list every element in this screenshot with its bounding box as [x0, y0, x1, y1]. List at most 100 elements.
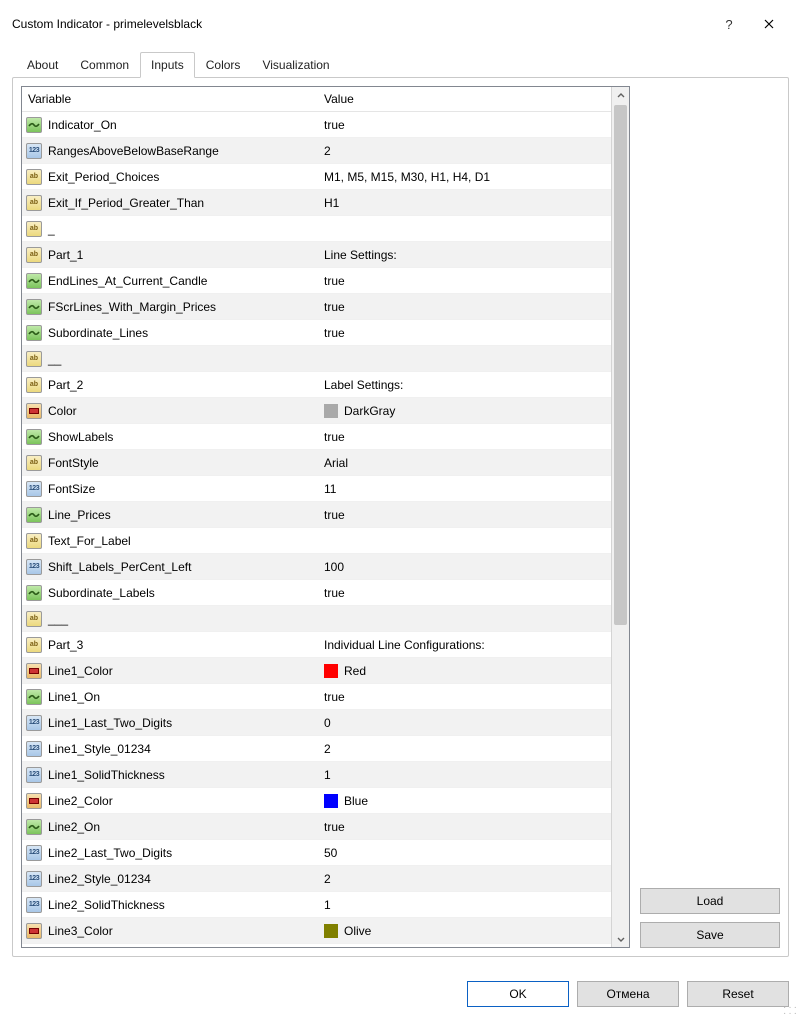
vertical-scrollbar[interactable] [611, 87, 629, 947]
property-row[interactable]: ShowLabelstrue [22, 424, 611, 450]
property-row[interactable]: Subordinate_Linestrue [22, 320, 611, 346]
property-value-cell[interactable]: Blue [318, 794, 611, 808]
scroll-down-button[interactable] [612, 930, 629, 947]
property-row[interactable]: Subordinate_Labels true [22, 580, 611, 606]
property-row[interactable]: 123Line1_SolidThickness1 [22, 762, 611, 788]
property-row[interactable]: 123RangesAboveBelowBaseRange 2 [22, 138, 611, 164]
titlebar: Custom Indicator - primelevelsblack ? [12, 10, 789, 38]
property-value-cell[interactable]: 50 [318, 846, 611, 860]
property-name: Subordinate_Labels [48, 586, 155, 600]
property-value-cell[interactable]: true [318, 300, 611, 314]
ok-button[interactable]: OK [467, 981, 569, 1007]
property-value-cell[interactable]: 2 [318, 872, 611, 886]
property-value: 1 [324, 768, 331, 782]
resize-grip[interactable]: ······ [783, 1005, 799, 1017]
column-header-value[interactable]: Value [318, 92, 611, 106]
property-value: M1, M5, M15, M30, H1, H4, D1 [324, 170, 490, 184]
property-value-cell[interactable]: true [318, 326, 611, 340]
str-type-icon: ab [26, 637, 42, 653]
tab-about[interactable]: About [16, 52, 69, 78]
property-row[interactable]: 123Line2_SolidThickness1 [22, 892, 611, 918]
property-name-cell: 123Line1_Last_Two_Digits [22, 715, 318, 731]
property-name: Line2_Style_01234 [48, 872, 151, 886]
property-row[interactable]: abPart_2Label Settings: [22, 372, 611, 398]
property-value-cell[interactable]: Arial [318, 456, 611, 470]
tab-common[interactable]: Common [69, 52, 140, 78]
property-row[interactable]: Color DarkGray [22, 398, 611, 424]
property-value-cell[interactable]: true [318, 820, 611, 834]
property-row[interactable]: 123FontSize11 [22, 476, 611, 502]
reset-button[interactable]: Reset [687, 981, 789, 1007]
property-name-cell: 123RangesAboveBelowBaseRange [22, 143, 318, 159]
property-row[interactable]: Line3_Ontrue [22, 944, 611, 947]
property-row[interactable]: abPart_1Line Settings: [22, 242, 611, 268]
property-value-cell[interactable]: Individual Line Configurations: [318, 638, 611, 652]
scroll-up-button[interactable] [612, 87, 629, 104]
str-type-icon: ab [26, 455, 42, 471]
load-button[interactable]: Load [640, 888, 780, 914]
property-value-cell[interactable]: M1, M5, M15, M30, H1, H4, D1 [318, 170, 611, 184]
cancel-button[interactable]: Отмена [577, 981, 679, 1007]
property-name: Line1_Last_Two_Digits [48, 716, 172, 730]
chevron-up-icon [617, 92, 625, 100]
property-value-cell[interactable]: H1 [318, 196, 611, 210]
help-button[interactable]: ? [709, 10, 749, 38]
property-row[interactable]: Line1_ColorRed [22, 658, 611, 684]
property-row[interactable]: Line3_ColorOlive [22, 918, 611, 944]
property-value-cell[interactable]: 100 [318, 560, 611, 574]
property-value-cell[interactable]: true [318, 586, 611, 600]
property-row[interactable]: 123Line2_Style_012342 [22, 866, 611, 892]
tab-colors[interactable]: Colors [195, 52, 252, 78]
tab-inputs[interactable]: Inputs [140, 52, 195, 78]
column-header-variable[interactable]: Variable [22, 92, 318, 106]
property-value-cell[interactable]: Label Settings: [318, 378, 611, 392]
property-row[interactable]: ab__ [22, 346, 611, 372]
property-value-cell[interactable]: 2 [318, 144, 611, 158]
property-row[interactable]: EndLines_At_Current_Candletrue [22, 268, 611, 294]
property-value: 50 [324, 846, 337, 860]
property-value-cell[interactable]: true [318, 690, 611, 704]
property-row[interactable]: abExit_Period_ChoicesM1, M5, M15, M30, H… [22, 164, 611, 190]
property-row[interactable]: 123Line2_Last_Two_Digits50 [22, 840, 611, 866]
save-button[interactable]: Save [640, 922, 780, 948]
tab-panel: Variable Value Indicator_Ontrue123Ranges… [12, 77, 789, 957]
property-value-cell[interactable]: 0 [318, 716, 611, 730]
scroll-thumb[interactable] [614, 105, 627, 625]
num-type-icon: 123 [26, 143, 42, 159]
property-row[interactable]: abExit_If_Period_Greater_ThanH1 [22, 190, 611, 216]
num-type-icon: 123 [26, 559, 42, 575]
property-value-cell[interactable]: Olive [318, 924, 611, 938]
property-value: 2 [324, 144, 331, 158]
property-row[interactable]: ab_ [22, 216, 611, 242]
property-row[interactable]: 123Line1_Style_012342 [22, 736, 611, 762]
property-value-cell[interactable]: true [318, 430, 611, 444]
property-value-cell[interactable]: 2 [318, 742, 611, 756]
property-value-cell[interactable]: 1 [318, 898, 611, 912]
tab-visualization[interactable]: Visualization [251, 52, 340, 78]
property-row[interactable]: abFontStyleArial [22, 450, 611, 476]
property-value-cell[interactable]: true [318, 118, 611, 132]
close-button[interactable] [749, 10, 789, 38]
property-row[interactable]: FScrLines_With_Margin_Pricestrue [22, 294, 611, 320]
property-value-cell[interactable]: true [318, 508, 611, 522]
property-name: Indicator_On [48, 118, 117, 132]
property-row[interactable]: Line1_Ontrue [22, 684, 611, 710]
property-value-cell[interactable]: Line Settings: [318, 248, 611, 262]
property-value: DarkGray [344, 404, 395, 418]
property-value-cell[interactable]: 1 [318, 768, 611, 782]
property-row[interactable]: 123Shift_Labels_PerCent_Left100 [22, 554, 611, 580]
property-row[interactable]: Line2_Ontrue [22, 814, 611, 840]
property-row[interactable]: abPart_3Individual Line Configurations: [22, 632, 611, 658]
property-row[interactable]: Line_Pricestrue [22, 502, 611, 528]
property-value-cell[interactable]: DarkGray [318, 404, 611, 418]
property-row[interactable]: abText_For_Label [22, 528, 611, 554]
property-row[interactable]: Indicator_On true [22, 112, 611, 138]
property-row[interactable]: 123Line1_Last_Two_Digits0 [22, 710, 611, 736]
property-value-cell[interactable]: true [318, 274, 611, 288]
property-name: Color [48, 404, 77, 418]
property-row[interactable]: Line2_ColorBlue [22, 788, 611, 814]
property-value-cell[interactable]: Red [318, 664, 611, 678]
property-name: Exit_Period_Choices [48, 170, 159, 184]
property-row[interactable]: ab___ [22, 606, 611, 632]
property-value-cell[interactable]: 11 [318, 482, 611, 496]
